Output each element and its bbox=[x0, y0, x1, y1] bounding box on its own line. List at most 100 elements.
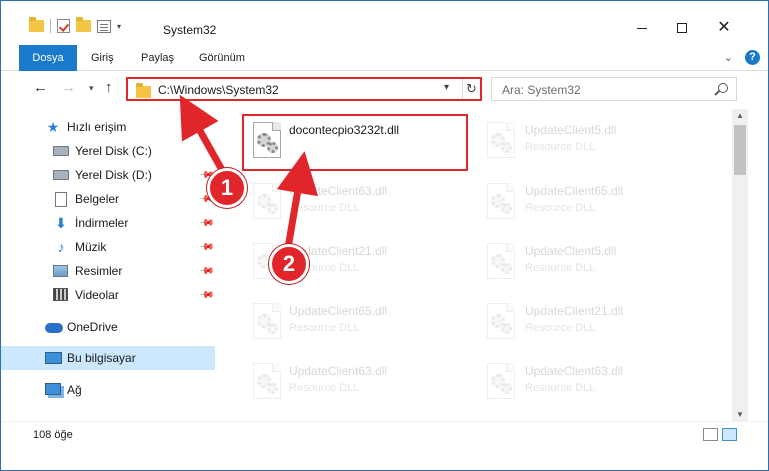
file-item[interactable]: UpdateClient65.dll Resource DLL bbox=[243, 295, 463, 353]
step-1-badge: 1 bbox=[207, 168, 247, 208]
file-name: UpdateClient63.dll bbox=[525, 364, 624, 378]
details-view-icon[interactable] bbox=[703, 428, 718, 441]
scroll-up-icon[interactable]: ▲ bbox=[736, 111, 744, 120]
file-type: Resource DLL bbox=[525, 202, 596, 214]
address-dropdown-chevron-icon[interactable]: ▾ bbox=[444, 82, 449, 93]
up-arrow-icon[interactable]: ↑ bbox=[105, 79, 113, 96]
vertical-scrollbar[interactable]: ▲ ▼ bbox=[732, 109, 748, 421]
sidebar-item-label: Yerel Disk (D:) bbox=[75, 168, 152, 182]
tab-giris[interactable]: Giriş bbox=[81, 45, 124, 71]
close-button[interactable]: ✕ bbox=[701, 13, 747, 43]
file-name: UpdateClient5.dll bbox=[525, 123, 617, 137]
file-item[interactable]: UpdateClient63.dll Resource DLL bbox=[243, 175, 463, 233]
maximize-icon bbox=[677, 23, 687, 33]
dll-file-icon bbox=[487, 122, 521, 162]
pin-icon: 📌 bbox=[197, 238, 215, 256]
recent-locations-chevron-icon[interactable]: ▾ bbox=[89, 83, 94, 94]
search-icon[interactable] bbox=[718, 83, 728, 93]
document-icon bbox=[55, 192, 67, 207]
search-box[interactable]: Ara: System32 bbox=[491, 77, 737, 101]
file-name: UpdateClient65.dll bbox=[525, 184, 624, 198]
file-item[interactable]: UpdateClient5.dll Resource DLL bbox=[477, 114, 697, 172]
sidebar-item-pictures[interactable]: Resimler 📌 bbox=[1, 259, 215, 283]
pin-icon: 📌 bbox=[197, 262, 215, 280]
sidebar-item-music[interactable]: ♪ Müzik 📌 bbox=[1, 235, 215, 259]
sidebar-item-label: OneDrive bbox=[67, 320, 118, 334]
view-toggle bbox=[703, 428, 737, 441]
dll-file-icon bbox=[487, 363, 521, 403]
sidebar-item-label: Ağ bbox=[67, 383, 82, 397]
sidebar-item-label: İndirmeler bbox=[75, 216, 129, 230]
gear-icon bbox=[501, 203, 512, 214]
tiles-view-icon[interactable] bbox=[722, 428, 737, 441]
sidebar-item-label: Müzik bbox=[75, 240, 107, 254]
file-item[interactable]: UpdateClient63.dll Resource DLL bbox=[477, 355, 697, 413]
sidebar-item-local-disk-d[interactable]: Yerel Disk (D:) 📌 bbox=[1, 163, 215, 187]
navigation-bar: ← → ▾ ↑ C:\Windows\System32 ▾ ↻ Ara: Sys… bbox=[1, 71, 768, 109]
quick-access-toolbar: ▾ bbox=[29, 17, 121, 33]
properties-check-icon[interactable] bbox=[57, 19, 70, 33]
file-item[interactable]: UpdateClient63.dll Resource DLL bbox=[243, 355, 463, 413]
close-icon: ✕ bbox=[717, 19, 731, 36]
title-bar: ▾ System32 ✕ bbox=[1, 1, 768, 45]
forward-arrow-icon[interactable]: → bbox=[61, 79, 76, 96]
file-type: Resource DLL bbox=[289, 202, 360, 214]
sidebar-item-network[interactable]: Ağ bbox=[1, 378, 215, 402]
help-icon[interactable]: ? bbox=[745, 50, 760, 65]
tab-dosya[interactable]: Dosya bbox=[19, 45, 77, 71]
pin-icon: 📌 bbox=[197, 286, 215, 304]
file-item[interactable]: UpdateClient5.dll Resource DLL bbox=[477, 235, 697, 293]
expand-ribbon-chevron-icon[interactable]: ⌄ bbox=[724, 51, 733, 64]
sidebar-item-onedrive[interactable]: OneDrive bbox=[1, 315, 215, 339]
sidebar-item-downloads[interactable]: ⬇ İndirmeler 📌 bbox=[1, 211, 215, 235]
dll-file-icon bbox=[487, 303, 521, 343]
sidebar-item-local-disk-c[interactable]: Yerel Disk (C:) bbox=[1, 139, 215, 163]
pin-icon: 📌 bbox=[197, 214, 215, 232]
sidebar-item-label: Resimler bbox=[75, 264, 123, 278]
address-bar[interactable]: C:\Windows\System32 ▾ ↻ bbox=[126, 77, 482, 101]
scroll-down-icon[interactable]: ▼ bbox=[736, 410, 744, 419]
folder-icon[interactable] bbox=[29, 17, 44, 32]
new-folder-icon[interactable] bbox=[76, 17, 91, 32]
dll-file-icon bbox=[253, 183, 287, 223]
sidebar-item-videos[interactable]: Videolar 📌 bbox=[1, 283, 215, 307]
properties-icon[interactable] bbox=[97, 19, 111, 33]
refresh-icon[interactable]: ↻ bbox=[466, 81, 477, 97]
sidebar-item-quick-access[interactable]: ★ Hızlı erişim bbox=[1, 115, 215, 139]
dll-file-icon bbox=[487, 183, 521, 223]
file-item[interactable]: UpdateClient65.dll Resource DLL bbox=[477, 175, 697, 233]
videos-icon bbox=[53, 288, 68, 301]
sidebar-item-label: Hızlı erişim bbox=[67, 120, 127, 134]
pictures-icon bbox=[53, 265, 68, 277]
file-type: Resource DLL bbox=[525, 322, 596, 334]
back-arrow-icon[interactable]: ← bbox=[33, 79, 48, 96]
status-bar: 108 öğe bbox=[1, 421, 768, 445]
gear-icon bbox=[501, 142, 512, 153]
scroll-thumb[interactable] bbox=[734, 125, 746, 175]
sidebar-item-label: Bu bilgisayar bbox=[67, 351, 136, 365]
gear-icon bbox=[267, 383, 278, 394]
customize-toolbar-chevron-icon[interactable]: ▾ bbox=[117, 22, 121, 31]
search-input[interactable]: Ara: System32 bbox=[502, 83, 581, 97]
navigation-pane: ★ Hızlı erişim Yerel Disk (C:) Yerel Dis… bbox=[1, 109, 215, 421]
file-item[interactable]: UpdateClient21.dll Resource DLL bbox=[477, 295, 697, 353]
sidebar-item-documents[interactable]: Belgeler 📌 bbox=[1, 187, 215, 211]
highlight-box bbox=[242, 114, 468, 171]
music-icon: ♪ bbox=[57, 239, 65, 255]
address-divider bbox=[462, 79, 463, 99]
network-icon bbox=[45, 383, 61, 395]
sidebar-item-this-pc[interactable]: Bu bilgisayar bbox=[1, 346, 215, 370]
step-2-badge: 2 bbox=[269, 244, 309, 284]
file-name: UpdateClient63.dll bbox=[289, 184, 388, 198]
maximize-button[interactable] bbox=[659, 13, 705, 43]
sidebar-item-label: Belgeler bbox=[75, 192, 120, 206]
tab-gorunum[interactable]: Görünüm bbox=[189, 45, 255, 71]
ribbon-right-controls: ⌄ ? bbox=[724, 50, 760, 65]
gear-icon bbox=[267, 203, 278, 214]
dll-file-icon bbox=[487, 243, 521, 283]
address-path[interactable]: C:\Windows\System32 bbox=[158, 83, 279, 97]
address-folder-icon bbox=[136, 83, 151, 98]
tab-paylas[interactable]: Paylaş bbox=[131, 45, 184, 71]
file-type: Resource DLL bbox=[525, 382, 596, 394]
gear-icon bbox=[501, 263, 512, 274]
